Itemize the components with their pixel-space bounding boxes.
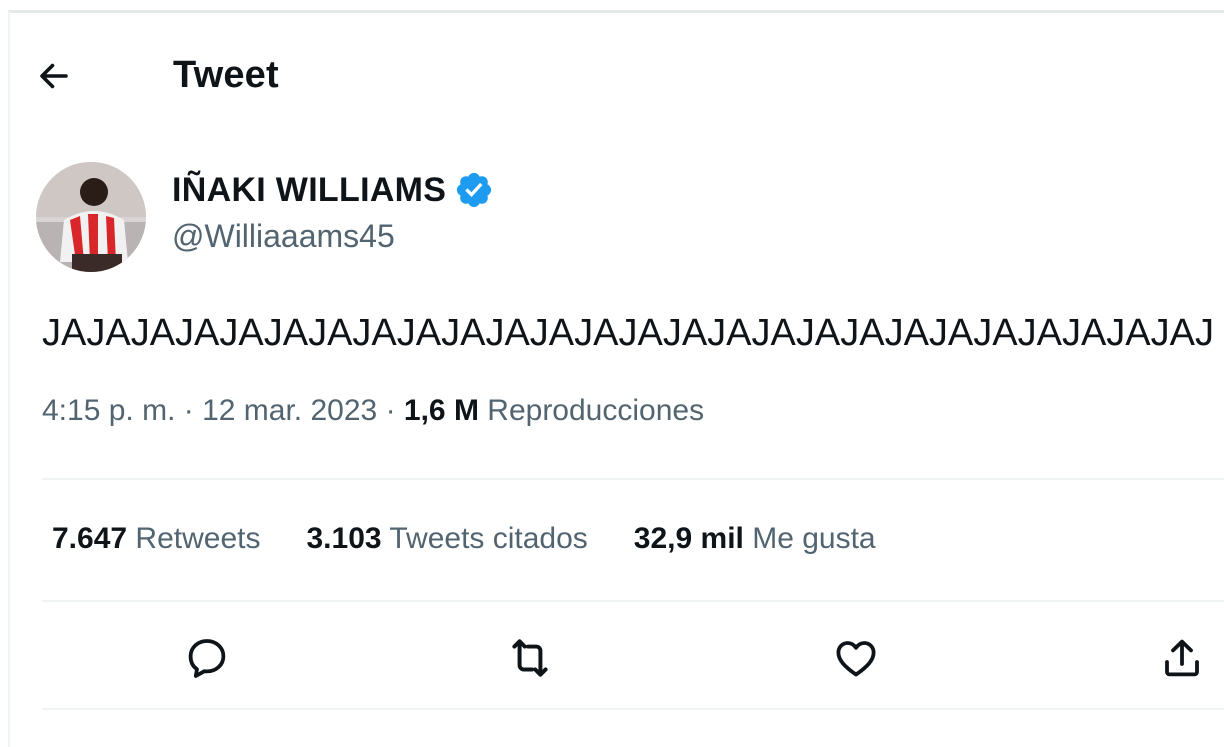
arrow-left-icon bbox=[40, 63, 68, 89]
divider bbox=[42, 478, 1224, 480]
likes-count: 32,9 mil bbox=[633, 522, 744, 555]
quotes-label: Tweets citados bbox=[389, 522, 588, 555]
tweet-date[interactable]: 12 mar. 2023 bbox=[202, 394, 377, 427]
verified-badge-icon bbox=[457, 172, 492, 208]
retweet-icon bbox=[512, 639, 548, 677]
likes-label: Me gusta bbox=[752, 522, 876, 555]
tweet-stats: 7.647 Retweets 3.103 Tweets citados 32,9… bbox=[52, 522, 922, 556]
meta-separator: · bbox=[385, 394, 396, 427]
tweet-author: IÑAKI WILLIAMS @Williaaams45 bbox=[36, 162, 494, 272]
avatar[interactable] bbox=[36, 162, 146, 272]
meta-separator: · bbox=[183, 394, 194, 427]
retweets-label: Retweets bbox=[135, 522, 261, 555]
likes-stat[interactable]: 32,9 mil Me gusta bbox=[634, 522, 876, 556]
author-display-name[interactable]: IÑAKI WILLIAMS bbox=[172, 171, 446, 210]
share-button[interactable] bbox=[1152, 628, 1212, 688]
views-count: 1,6 M bbox=[403, 394, 479, 427]
like-button[interactable] bbox=[826, 628, 886, 688]
quotes-count: 3.103 bbox=[306, 522, 382, 555]
quotes-stat[interactable]: 3.103 Tweets citados bbox=[306, 522, 587, 556]
retweets-count: 7.647 bbox=[52, 522, 128, 555]
tweet-meta: 4:15 p. m. · 12 mar. 2023 · 1,6 M Reprod… bbox=[42, 394, 704, 428]
author-handle[interactable]: @Williaaams45 bbox=[172, 218, 494, 255]
share-icon bbox=[1165, 639, 1199, 677]
like-icon bbox=[836, 641, 876, 677]
divider bbox=[42, 708, 1224, 710]
back-button[interactable] bbox=[26, 48, 82, 104]
tweet-text: JAJAJAJAJAJAJAJAJAJAJAJAJAJAJAJAJAJAJAJA… bbox=[42, 312, 1214, 354]
reply-button[interactable] bbox=[177, 628, 237, 688]
reply-icon bbox=[188, 639, 226, 678]
retweets-stat[interactable]: 7.647 Retweets bbox=[52, 522, 260, 556]
tweet-time[interactable]: 4:15 p. m. bbox=[42, 394, 175, 427]
divider bbox=[42, 600, 1224, 602]
avatar-image bbox=[36, 162, 146, 272]
retweet-button[interactable] bbox=[500, 628, 560, 688]
tweet-header: Tweet bbox=[30, 44, 279, 108]
views-label: Reproducciones bbox=[487, 394, 705, 427]
page-title: Tweet bbox=[173, 54, 279, 96]
